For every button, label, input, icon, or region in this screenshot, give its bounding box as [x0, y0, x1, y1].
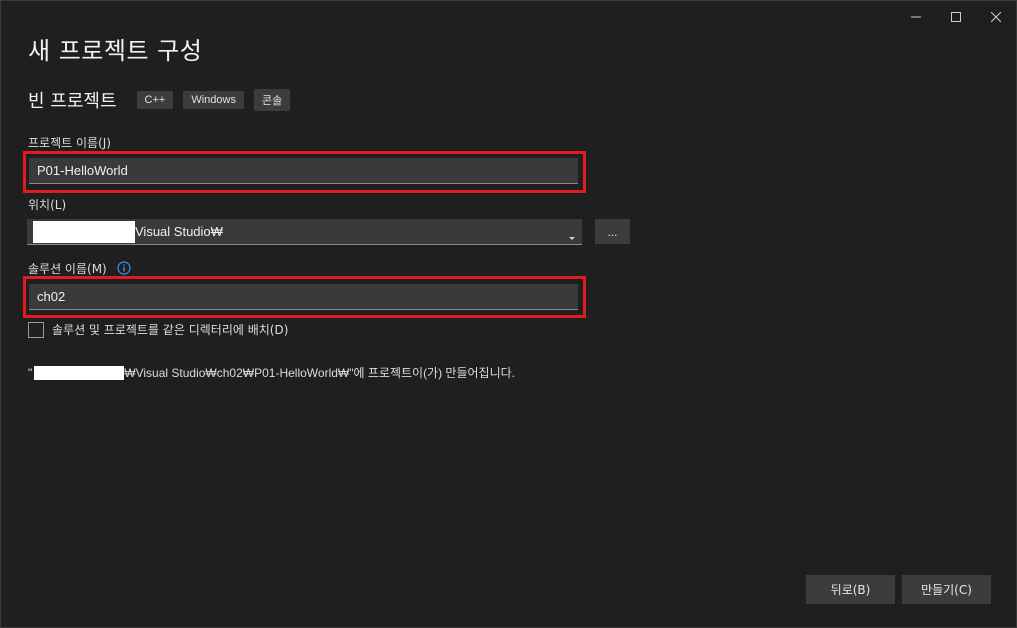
solution-name-label: 솔루션 이름(M) — [28, 262, 107, 276]
new-project-dialog: 새 프로젝트 구성 빈 프로젝트 C++ Windows 콘솔 프로젝트 이름(… — [0, 0, 1017, 628]
back-button[interactable]: 뒤로(B) — [806, 575, 895, 604]
location-label: 위치(L) — [28, 198, 67, 212]
project-name-input[interactable] — [29, 158, 578, 184]
close-icon[interactable] — [976, 1, 1016, 33]
window-controls — [896, 1, 1016, 33]
chevron-down-icon[interactable] — [568, 229, 576, 244]
create-button[interactable]: 만들기(C) — [902, 575, 991, 604]
creation-path-rest: ₩Visual Studio₩ch02₩P01-HelloWorld₩"에 프로… — [124, 366, 516, 380]
same-directory-checkbox[interactable] — [28, 321, 44, 338]
tag-platform: Windows — [183, 91, 244, 109]
location-value: Visual Studio₩ — [135, 224, 223, 239]
solution-name-label-row: 솔루션 이름(M) — [28, 260, 131, 278]
template-info: 빈 프로젝트 C++ Windows 콘솔 — [28, 87, 300, 113]
same-directory-label: 솔루션 및 프로젝트를 같은 디렉터리에 배치(D) — [52, 323, 289, 337]
maximize-icon[interactable] — [936, 1, 976, 33]
browse-button[interactable]: ... — [595, 219, 630, 244]
template-name: 빈 프로젝트 — [28, 91, 117, 112]
creation-path-prefix: " — [28, 365, 33, 380]
redacted-path — [34, 365, 125, 380]
project-name-label: 프로젝트 이름(J) — [28, 136, 111, 150]
same-directory-option[interactable]: 솔루션 및 프로젝트를 같은 디렉터리에 배치(D) — [28, 321, 288, 338]
dialog-title: 새 프로젝트 구성 — [28, 37, 203, 65]
redacted-path — [33, 220, 135, 243]
tag-project-type: 콘솔 — [253, 89, 291, 111]
info-icon[interactable] — [116, 261, 131, 278]
creation-path-text: " ₩Visual Studio₩ch02₩P01-HelloWorld₩"에 … — [28, 364, 515, 381]
solution-name-input[interactable] — [29, 284, 578, 310]
location-select[interactable]: Visual Studio₩ — [27, 219, 582, 245]
minimize-icon[interactable] — [896, 1, 936, 33]
tag-language: C++ — [136, 91, 174, 109]
